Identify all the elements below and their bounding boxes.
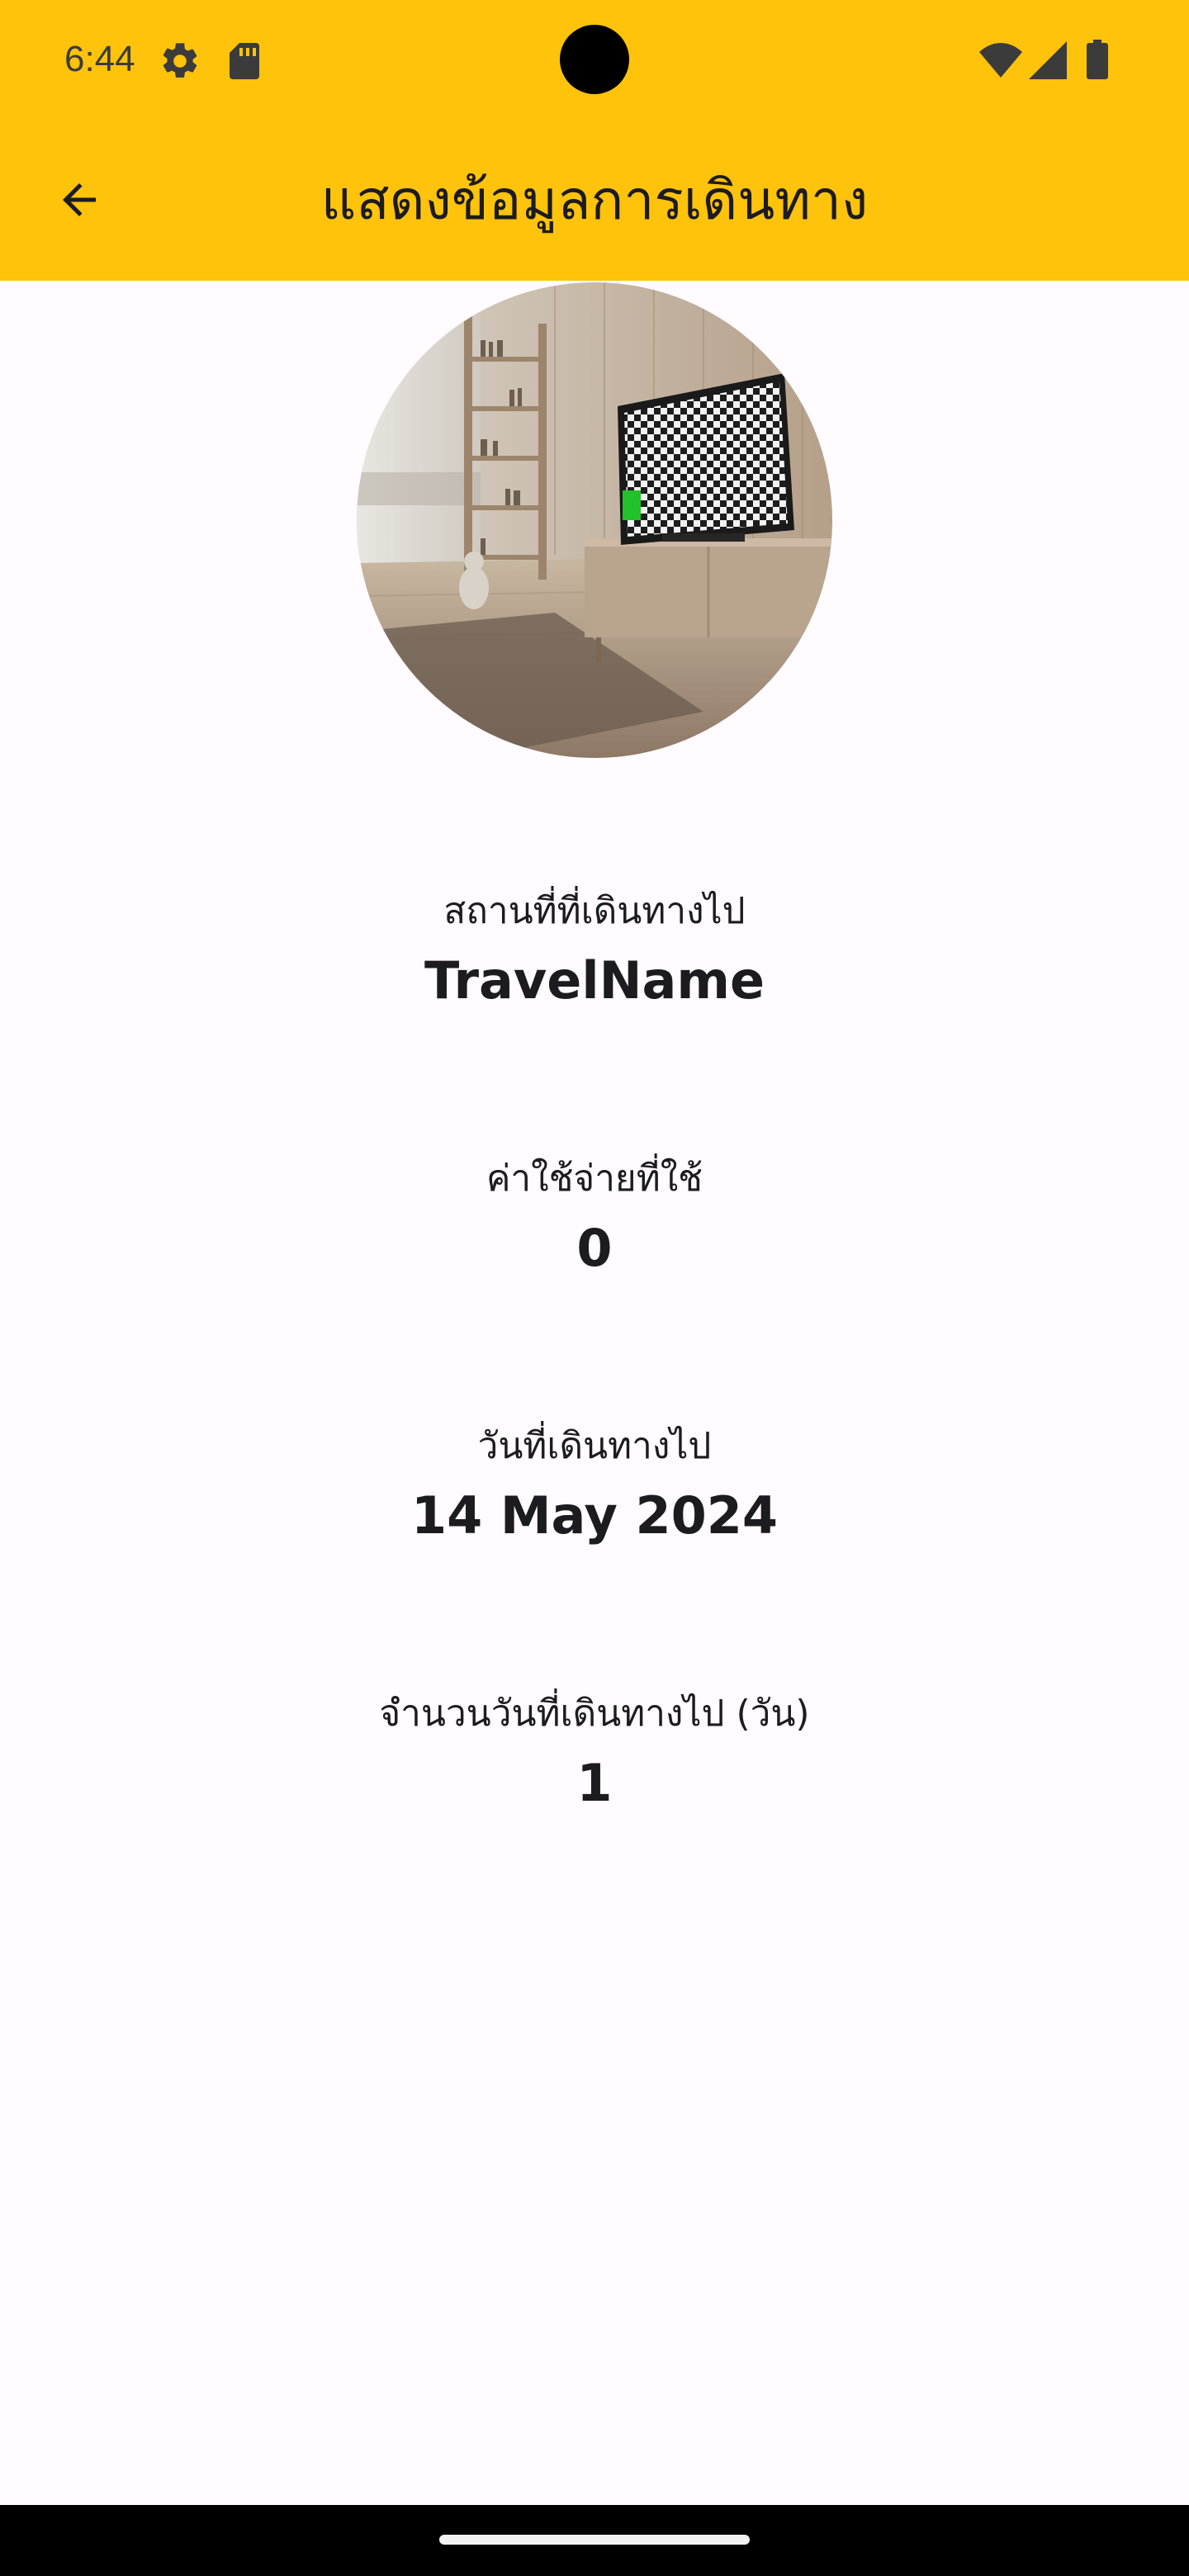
travel-days-section: จำนวนวันที่เดินทางไป (วัน) 1 (0, 1688, 1189, 1816)
cell-signal-icon (1029, 41, 1067, 79)
settings-gear-icon (159, 40, 201, 83)
expense-label: ค่าใช้จ่ายที่ใช้ (486, 1158, 703, 1200)
back-button[interactable] (36, 157, 122, 243)
arrow-back-icon (63, 183, 96, 216)
home-gesture-handle[interactable] (439, 2535, 750, 2545)
travel-days-value: 1 (576, 1753, 613, 1813)
status-time: 6:44 (64, 39, 135, 79)
expense-section: ค่าใช้จ่ายที่ใช้ 0 (0, 1153, 1189, 1281)
system-navigation-bar (0, 2505, 1189, 2576)
top-app-bar: แสดงข้อมูลการเดินทาง (0, 119, 1189, 281)
destination-section: สถานที่ที่เดินทางไป TravelName (0, 885, 1189, 1014)
battery-icon (1087, 40, 1108, 79)
trip-detail-screen: 6:44 แสดงข้อมูลการเดินทาง สถานที่ที่เดิน… (0, 0, 1189, 2576)
travel-date-section: วันที่เดินทางไป 14 May 2024 (0, 1420, 1189, 1549)
travel-date-label: วันที่เดินทางไป (477, 1425, 712, 1467)
page-title: แสดงข้อมูลการเดินทาง (320, 168, 869, 232)
status-bar: 6:44 (0, 0, 1189, 119)
expense-value: 0 (576, 1218, 613, 1278)
sd-card-icon (228, 41, 261, 81)
camera-cutout (560, 25, 629, 94)
trip-photo (357, 282, 832, 758)
destination-label: สถานที่ที่เดินทางไป (443, 890, 746, 932)
travel-days-label: จำนวนวันที่เดินทางไป (วัน) (379, 1693, 810, 1735)
destination-value: TravelName (424, 950, 765, 1011)
wifi-icon (979, 43, 1022, 78)
travel-date-value: 14 May 2024 (410, 1485, 779, 1546)
